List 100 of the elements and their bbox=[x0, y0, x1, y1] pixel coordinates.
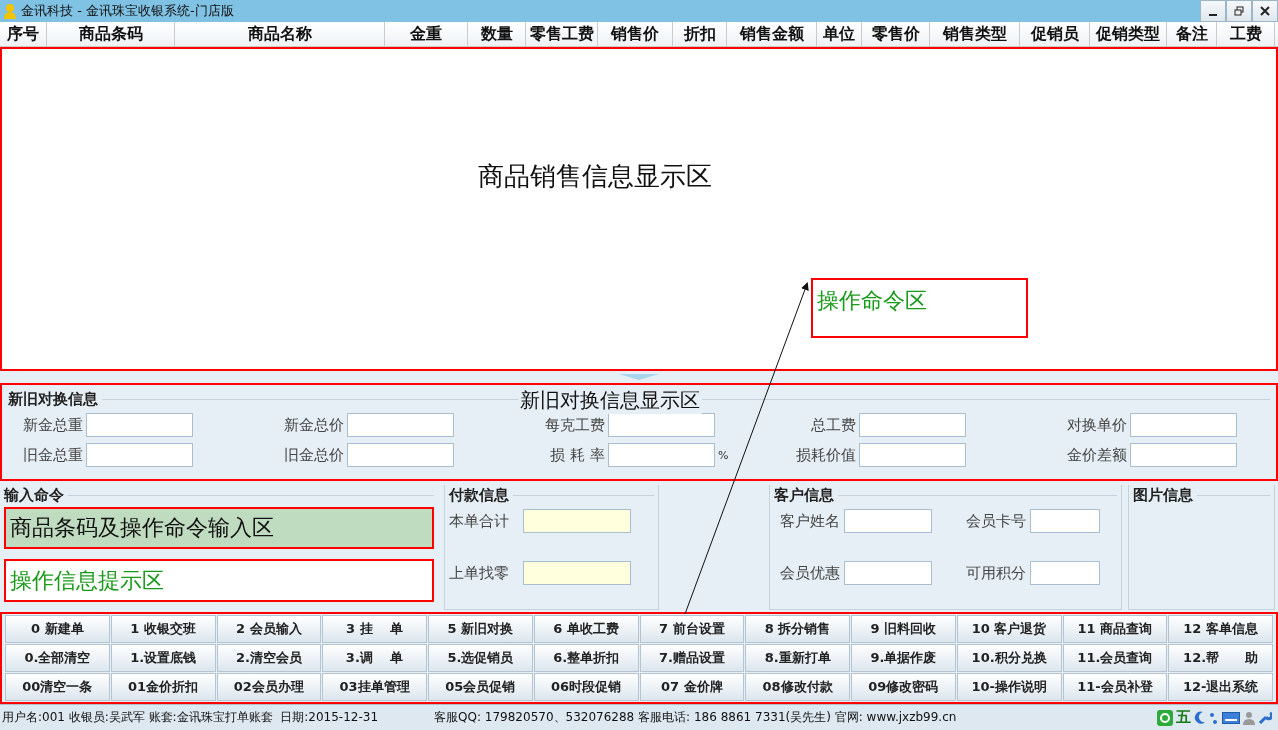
input-field[interactable] bbox=[1130, 413, 1237, 437]
command-button[interactable]: 5.选促销员 bbox=[428, 644, 533, 672]
area-label: 新旧对换信息显示区 bbox=[518, 387, 702, 414]
minimize-button[interactable] bbox=[1200, 0, 1226, 22]
command-button[interactable]: 11 商品查询 bbox=[1062, 615, 1168, 643]
command-button[interactable]: 02会员办理 bbox=[216, 673, 322, 701]
status-text: 客服QQ: 179820570、532076288 客服电话: 186 8861 7331(吴先生) 官网: www.jxzb99.cn bbox=[434, 709, 957, 726]
input-field[interactable] bbox=[859, 413, 966, 437]
column-header[interactable]: 折扣 bbox=[673, 22, 727, 46]
field-label: 客户姓名 bbox=[778, 511, 840, 531]
punctuation-icon[interactable] bbox=[1209, 710, 1219, 725]
command-button[interactable]: 12.帮 助 bbox=[1168, 644, 1273, 672]
column-header[interactable]: 零售工费 bbox=[526, 22, 598, 46]
command-button[interactable]: 05会员促销 bbox=[428, 673, 533, 701]
input-field[interactable] bbox=[522, 561, 631, 585]
ime-logo-icon[interactable] bbox=[1157, 709, 1173, 726]
field-label: 上单找零 bbox=[448, 563, 509, 583]
close-icon bbox=[1260, 6, 1270, 16]
column-header[interactable]: 销售价 bbox=[598, 22, 673, 46]
column-header[interactable]: 商品名称 bbox=[175, 22, 385, 46]
command-button[interactable]: 11-会员补登 bbox=[1062, 673, 1168, 701]
input-field[interactable] bbox=[1130, 443, 1237, 467]
ime-mode-label[interactable]: 五 bbox=[1176, 708, 1191, 727]
field-label: 对换单价 bbox=[1066, 415, 1127, 435]
command-button[interactable]: 01金价折扣 bbox=[110, 673, 216, 701]
input-field[interactable] bbox=[608, 413, 715, 437]
column-header[interactable]: 销售金额 bbox=[727, 22, 817, 46]
column-header[interactable]: 金重 bbox=[385, 22, 468, 46]
input-field[interactable] bbox=[843, 561, 932, 585]
status-text: 用户名:001 收银员:吴武军 账套:金讯珠宝打单账套 日期:2015-12-31 bbox=[2, 709, 379, 726]
input-field[interactable] bbox=[86, 443, 193, 467]
command-button[interactable]: 1 收银交班 bbox=[110, 615, 216, 643]
group-title: 图片信息 bbox=[1133, 485, 1193, 505]
command-button[interactable]: 10-操作说明 bbox=[956, 673, 1062, 701]
keyboard-icon[interactable] bbox=[1222, 711, 1240, 724]
command-button[interactable]: 8 拆分销售 bbox=[745, 615, 850, 643]
input-field[interactable] bbox=[522, 509, 631, 533]
column-header[interactable]: 促销类型 bbox=[1090, 22, 1167, 46]
message-box: 操作信息提示区 bbox=[4, 559, 434, 602]
input-field[interactable] bbox=[347, 413, 454, 437]
command-button[interactable]: 5 新旧对换 bbox=[428, 615, 533, 643]
field-label: 本单合计 bbox=[448, 511, 509, 531]
command-button[interactable]: 9 旧料回收 bbox=[851, 615, 956, 643]
command-button[interactable]: 8.重新打单 bbox=[745, 644, 850, 672]
field-label: 新金总价 bbox=[283, 415, 344, 435]
field-label: 旧金总价 bbox=[283, 445, 344, 465]
input-field[interactable] bbox=[1029, 561, 1100, 585]
command-button[interactable]: 3 挂 单 bbox=[322, 615, 427, 643]
column-header[interactable]: 零售价 bbox=[862, 22, 930, 46]
command-button[interactable]: 08修改付款 bbox=[745, 673, 850, 701]
column-header[interactable]: 数量 bbox=[468, 22, 526, 46]
command-button[interactable]: 06时段促销 bbox=[533, 673, 639, 701]
input-field[interactable] bbox=[859, 443, 966, 467]
command-button[interactable]: 0 新建单 bbox=[5, 615, 110, 643]
input-field[interactable] bbox=[86, 413, 193, 437]
group-title: 新旧对换信息 bbox=[8, 389, 98, 409]
column-header[interactable]: 工费 bbox=[1217, 22, 1275, 46]
splitter-handle-icon[interactable] bbox=[619, 374, 659, 380]
command-button[interactable]: 2.清空会员 bbox=[216, 644, 322, 672]
command-button[interactable]: 9.单据作废 bbox=[851, 644, 956, 672]
command-button[interactable]: 12 客单信息 bbox=[1168, 615, 1273, 643]
column-header[interactable]: 商品条码 bbox=[47, 22, 175, 46]
input-field[interactable] bbox=[608, 443, 715, 467]
command-button[interactable]: 03挂单管理 bbox=[322, 673, 427, 701]
area-label: 商品销售信息显示区 bbox=[478, 159, 712, 193]
column-header[interactable]: 促销员 bbox=[1020, 22, 1090, 46]
command-button[interactable]: 7.赠品设置 bbox=[639, 644, 745, 672]
column-header[interactable]: 销售类型 bbox=[930, 22, 1020, 46]
user-icon[interactable] bbox=[1243, 710, 1255, 725]
input-field[interactable] bbox=[347, 443, 454, 467]
command-button[interactable]: 1.设置底钱 bbox=[110, 644, 216, 672]
close-button[interactable] bbox=[1252, 0, 1278, 22]
command-button[interactable]: 00清空一条 bbox=[5, 673, 110, 701]
command-button[interactable]: 0.全部清空 bbox=[5, 644, 110, 672]
command-input-field[interactable]: 商品条码及操作命令输入区 bbox=[4, 507, 434, 549]
command-button[interactable]: 7 前台设置 bbox=[639, 615, 745, 643]
window-title: 金讯科技 - 金讯珠宝收银系统-门店版 bbox=[21, 2, 234, 20]
command-button[interactable]: 3.调 单 bbox=[322, 644, 427, 672]
input-field[interactable] bbox=[843, 509, 932, 533]
group-title: 输入命令 bbox=[4, 485, 64, 505]
column-header[interactable]: 序号 bbox=[0, 22, 47, 46]
command-button[interactable]: 6 单收工费 bbox=[533, 615, 639, 643]
column-header[interactable]: 单位 bbox=[817, 22, 862, 46]
unit-label: % bbox=[718, 448, 729, 462]
group-title: 客户信息 bbox=[773, 485, 834, 505]
command-button[interactable]: 2 会员输入 bbox=[216, 615, 322, 643]
restore-icon bbox=[1234, 6, 1244, 16]
input-field[interactable] bbox=[1029, 509, 1100, 533]
command-button[interactable]: 6.整单折扣 bbox=[533, 644, 639, 672]
command-button[interactable]: 12-退出系统 bbox=[1168, 673, 1273, 701]
field-label: 旧金总重 bbox=[22, 445, 83, 465]
command-button[interactable]: 10 客户退货 bbox=[956, 615, 1062, 643]
annotation-label: 操作命令区 bbox=[811, 278, 1028, 338]
moon-icon[interactable] bbox=[1194, 710, 1206, 725]
command-button[interactable]: 11.会员查询 bbox=[1062, 644, 1168, 672]
command-button[interactable]: 09修改密码 bbox=[851, 673, 956, 701]
wrench-icon[interactable] bbox=[1258, 710, 1272, 725]
command-button[interactable]: 10.积分兑换 bbox=[956, 644, 1062, 672]
command-button[interactable]: 07 金价牌 bbox=[639, 673, 745, 701]
column-header[interactable]: 备注 bbox=[1167, 22, 1217, 46]
